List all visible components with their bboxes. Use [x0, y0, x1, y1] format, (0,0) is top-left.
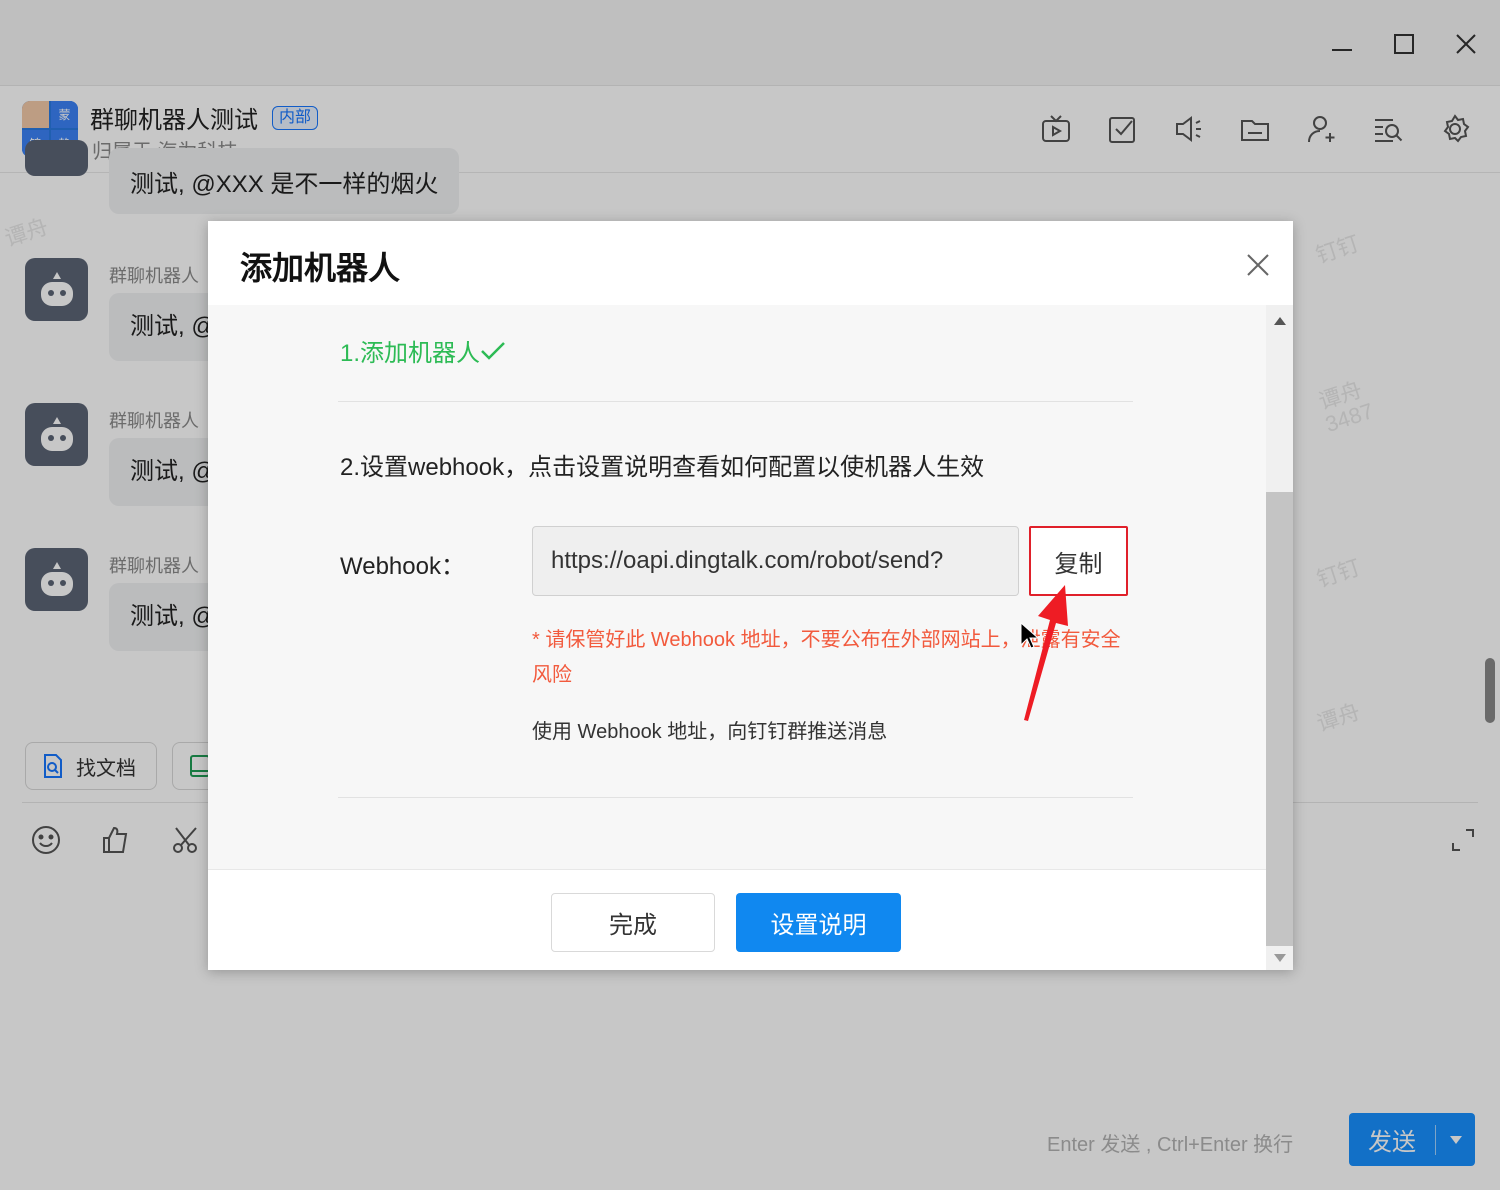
step2-instruction: 2.设置webhook，点击设置说明查看如何配置以使机器人生效 — [340, 454, 985, 481]
section-divider — [338, 401, 1133, 402]
scroll-down-icon[interactable] — [1274, 954, 1286, 962]
check-icon — [481, 342, 505, 360]
add-robot-dialog: 添加机器人 1.添加机器人 2.设置webhook，点击设置说明查看如何配置以使… — [208, 221, 1293, 970]
done-button[interactable]: 完成 — [551, 893, 715, 952]
annotation-arrow — [1024, 585, 1068, 721]
setup-help-button[interactable]: 设置说明 — [736, 893, 901, 952]
step1-label: 1.添加机器人 — [340, 340, 481, 367]
close-icon[interactable] — [1242, 249, 1274, 281]
dialog-title: 添加机器人 — [240, 250, 401, 286]
section-divider — [338, 797, 1133, 798]
webhook-field[interactable]: https://oapi.dingtalk.com/robot/send? — [532, 526, 1019, 596]
step1-complete: 1.添加机器人 — [340, 333, 506, 368]
scrollbar-thumb[interactable] — [1266, 492, 1293, 946]
cursor-icon — [1020, 622, 1038, 649]
webhook-label: Webhook： — [340, 553, 465, 580]
usage-note: 使用 Webhook 地址，向钉钉群推送消息 — [532, 721, 888, 743]
scroll-up-icon[interactable] — [1274, 317, 1286, 325]
footer-divider — [208, 869, 1266, 870]
